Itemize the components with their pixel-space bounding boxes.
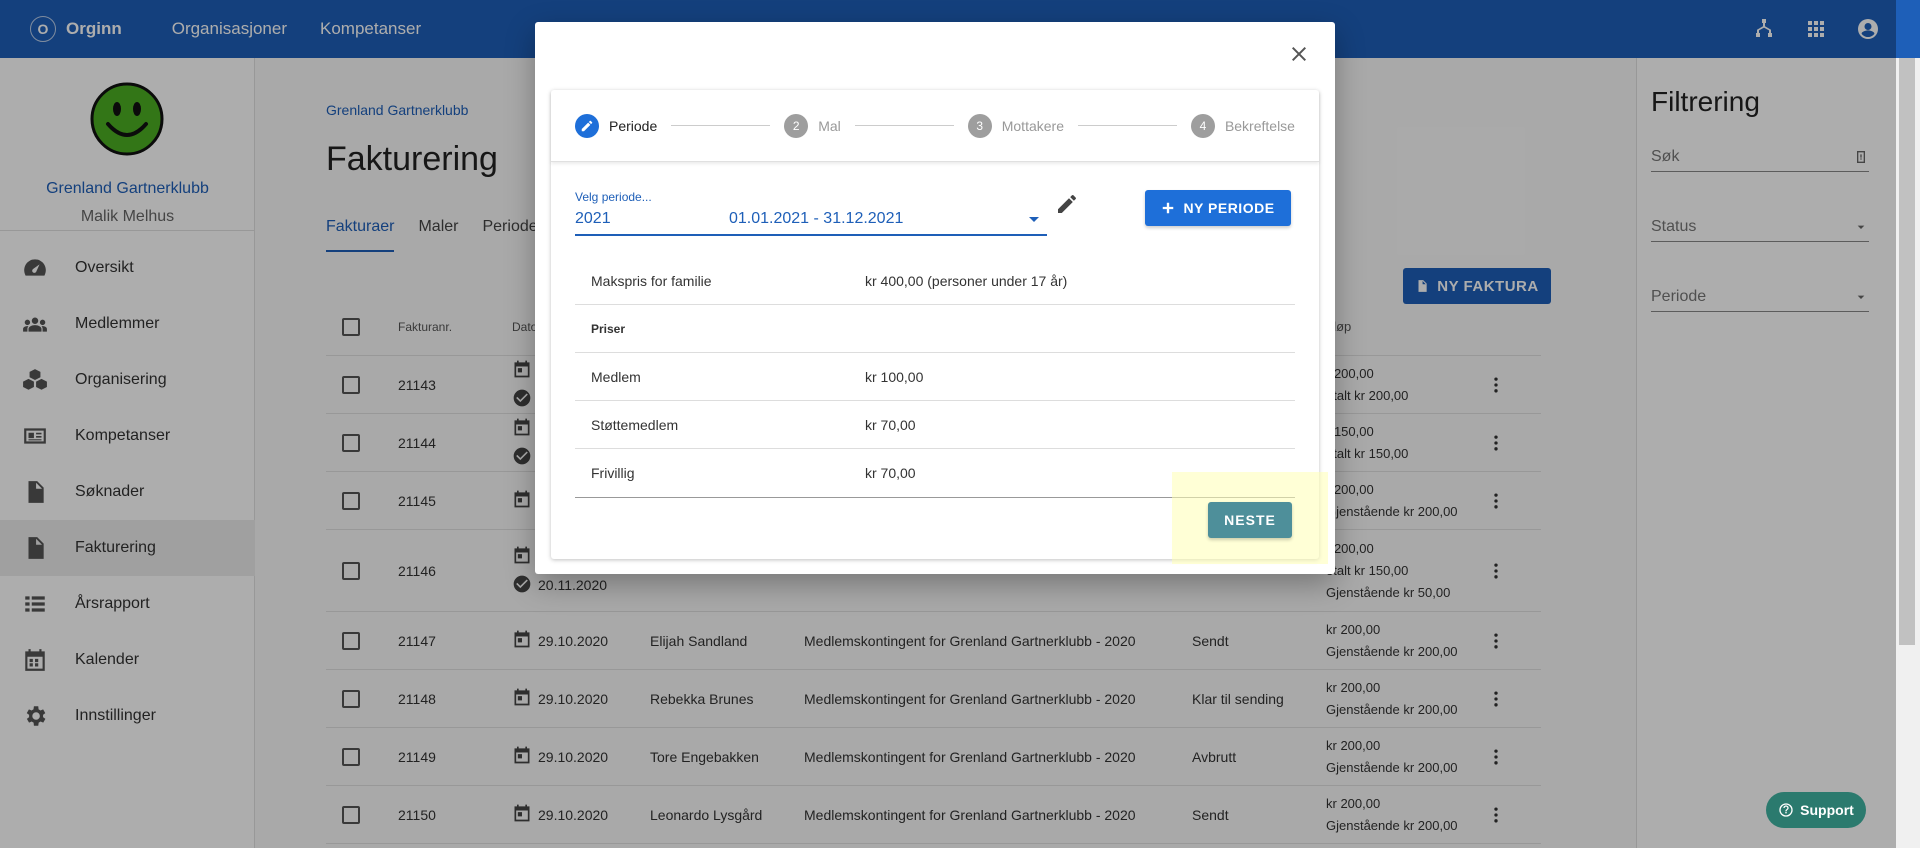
step-periode[interactable]: Periode: [575, 113, 658, 138]
step-label: Mal: [818, 117, 841, 134]
period-select-label: Velg periode...: [575, 190, 652, 204]
help-icon: [1779, 803, 1793, 817]
dropdown-arrow-icon: [1029, 216, 1039, 222]
step-mal[interactable]: 2 Mal: [784, 113, 841, 138]
step-label: Mottakere: [1001, 117, 1064, 134]
info-row-medlem: Medlem kr 100,00: [575, 353, 1295, 401]
step-label: Bekreftelse: [1224, 117, 1295, 134]
info-row-priser: Priser: [575, 305, 1295, 353]
info-value: kr 70,00: [865, 416, 916, 433]
info-key: Støttemedlem: [591, 416, 679, 433]
step-label: Periode: [609, 117, 658, 134]
info-key: Makspris for familie: [591, 272, 712, 289]
info-value: kr 400,00 (personer under 17 år): [865, 272, 1068, 289]
period-range: 01.01.2021 - 31.12.2021: [729, 210, 904, 227]
next-button[interactable]: NESTE: [1208, 502, 1292, 538]
edit-pencil-icon[interactable]: [1055, 192, 1079, 216]
step-connector: [671, 125, 771, 126]
info-row-stottemedlem: Støttemedlem kr 70,00: [575, 401, 1295, 449]
new-period-label: NY PERIODE: [1183, 200, 1275, 216]
info-value: kr 100,00: [865, 368, 924, 385]
period-select[interactable]: 2021 01.01.2021 - 31.12.2021: [575, 204, 1047, 236]
period-year: 2021: [575, 210, 611, 227]
period-info-table: Makspris for familie kr 400,00 (personer…: [575, 257, 1295, 498]
scrollbar-thumb[interactable]: [1899, 0, 1915, 645]
step-number: 2: [784, 113, 809, 138]
new-period-button[interactable]: NY PERIODE: [1145, 190, 1291, 226]
pencil-icon: [575, 113, 599, 138]
info-value: kr 70,00: [865, 465, 916, 481]
info-key: Medlem: [591, 368, 641, 385]
plus-icon: [1163, 202, 1174, 214]
info-key: Frivillig: [591, 465, 635, 481]
step-number: 4: [1190, 113, 1215, 138]
step-number: 3: [967, 113, 992, 138]
step-mottakere[interactable]: 3 Mottakere: [967, 113, 1064, 138]
info-section-heading: Priser: [591, 321, 626, 336]
stepper: Periode 2 Mal 3 Mottakere 4 Bekreftelse: [551, 90, 1319, 162]
step-connector: [854, 125, 954, 126]
support-button[interactable]: Support: [1766, 792, 1866, 828]
support-label: Support: [1800, 802, 1854, 818]
step-connector: [1077, 125, 1177, 126]
close-icon[interactable]: [1287, 42, 1311, 66]
info-row-makspris: Makspris for familie kr 400,00 (personer…: [575, 257, 1295, 305]
step-bekreftelse[interactable]: 4 Bekreftelse: [1190, 113, 1295, 138]
